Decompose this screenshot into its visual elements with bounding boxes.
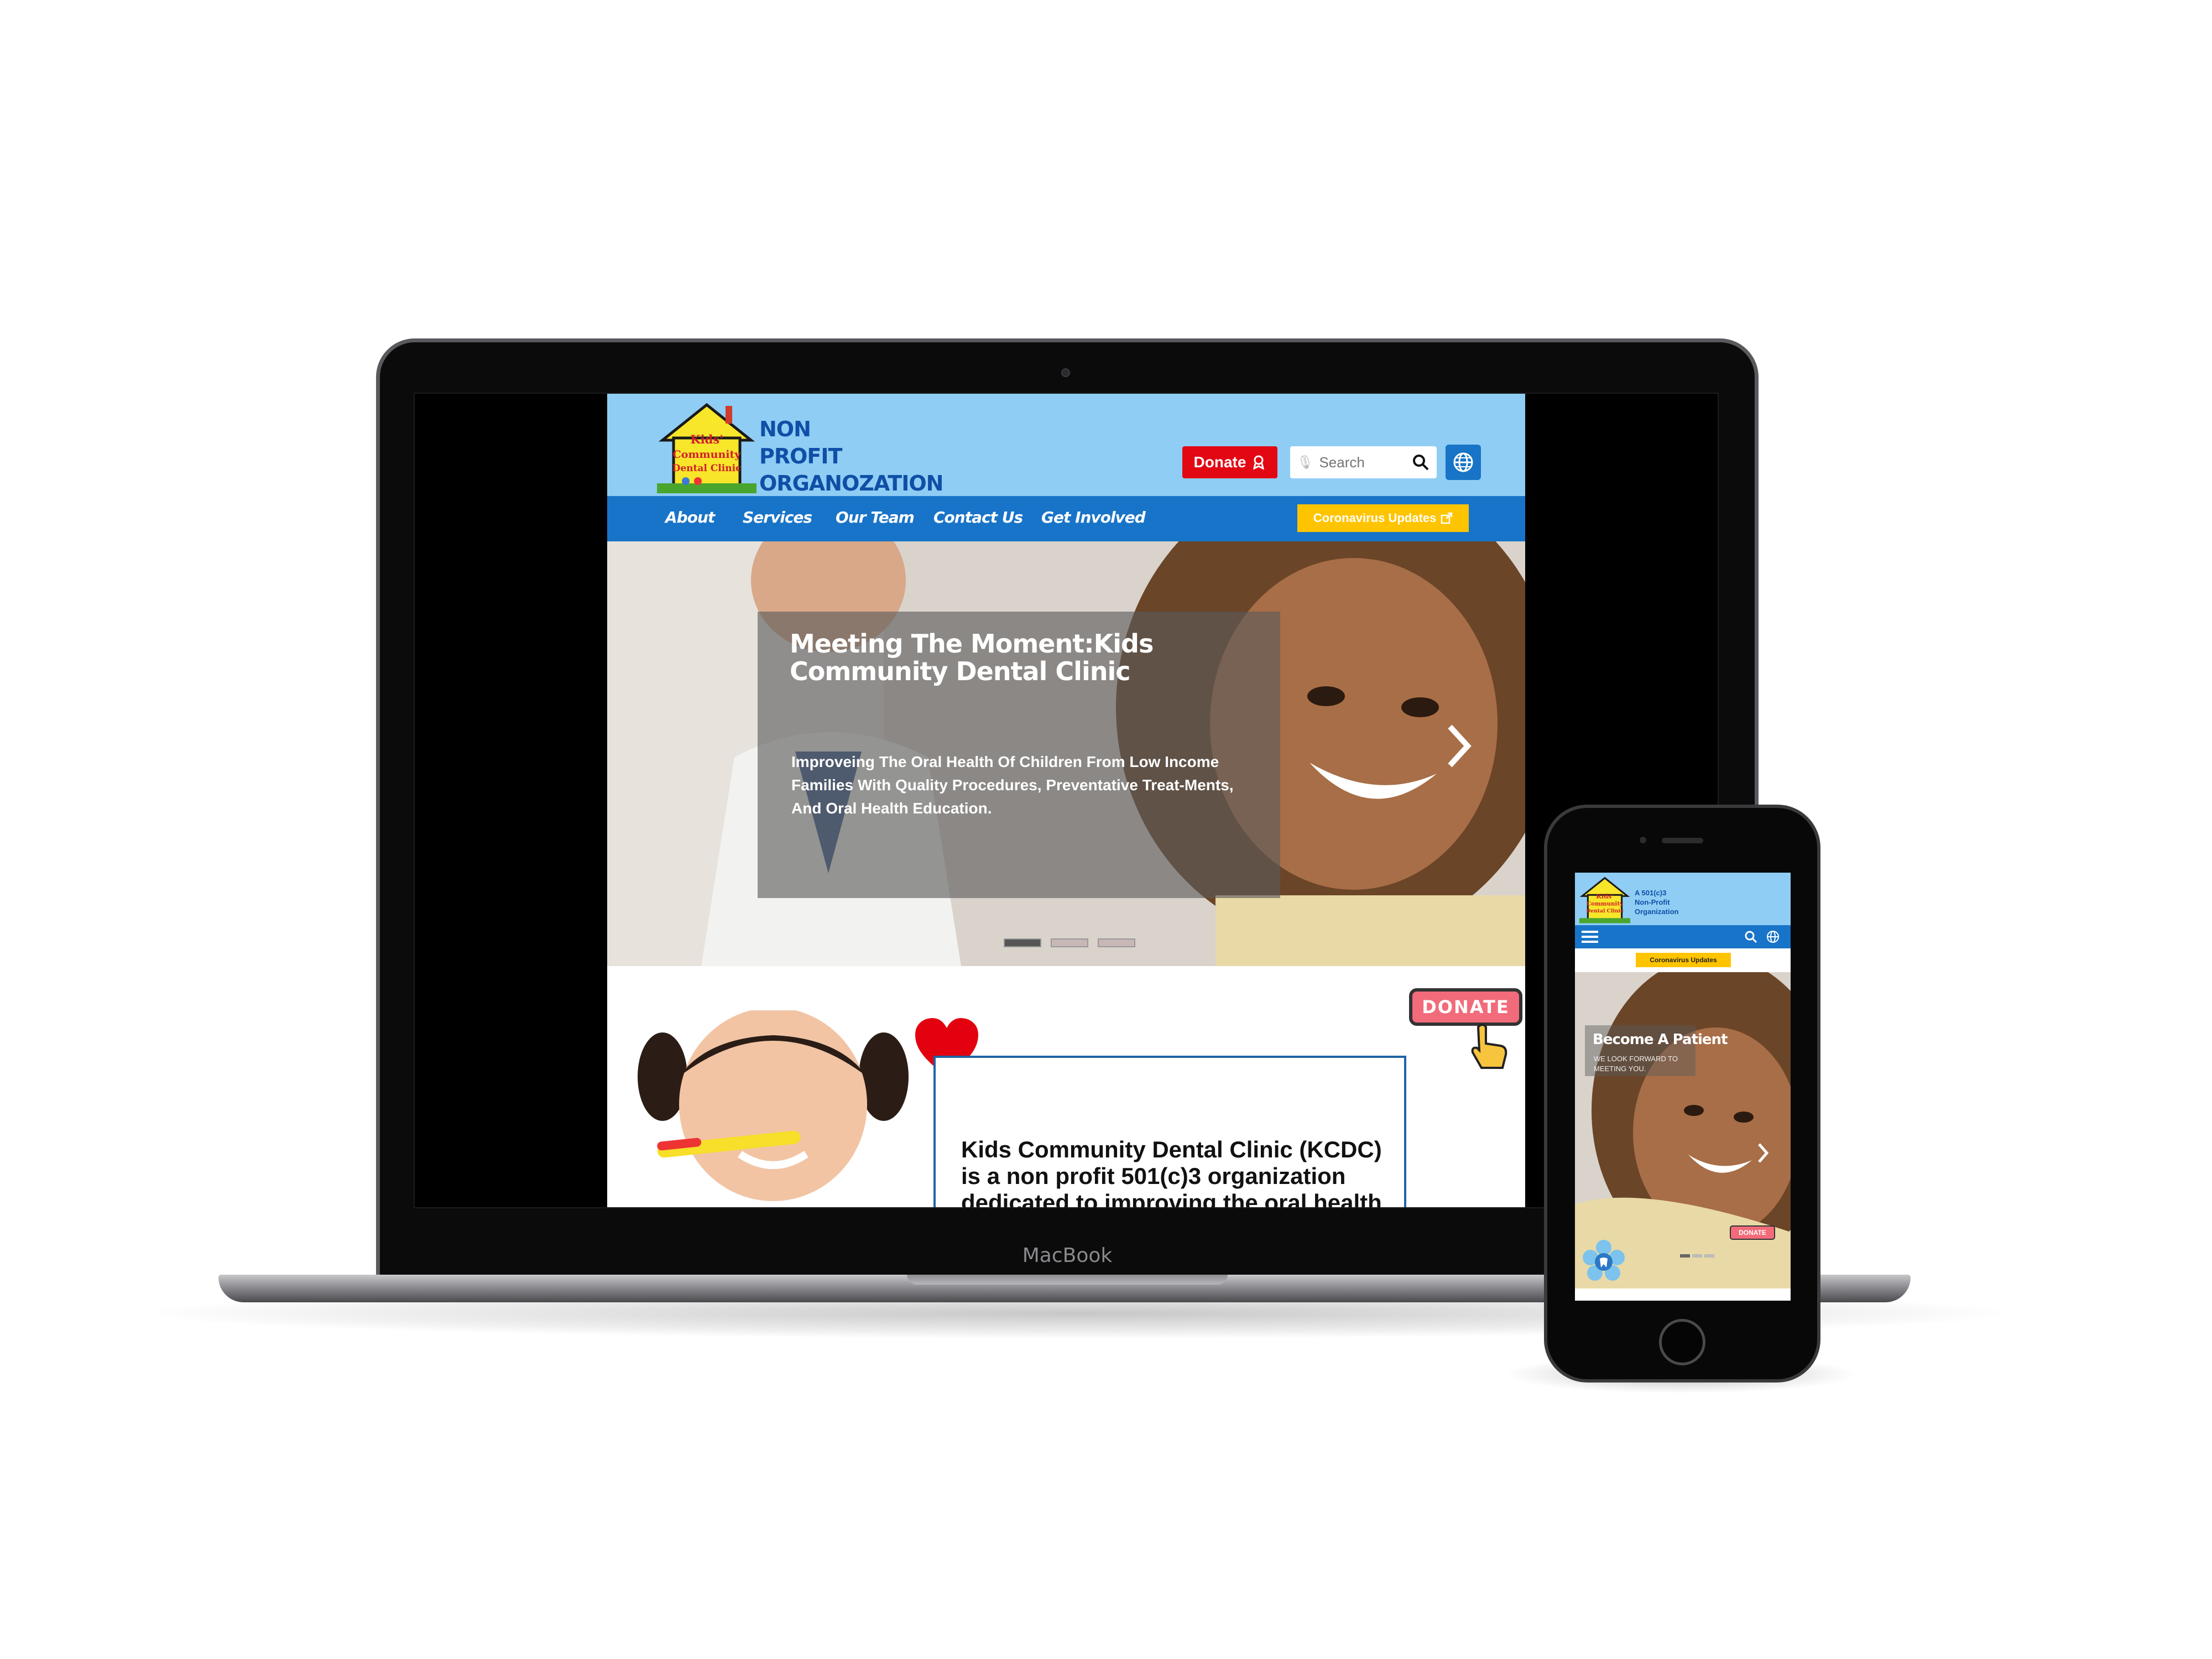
search-icon[interactable] [1744,930,1757,943]
laptop-camera [1061,368,1070,377]
nav-services[interactable]: Services [743,508,812,526]
org-title-line: ORGANOZATION [759,471,943,495]
carousel-dot[interactable] [1692,1254,1702,1258]
svg-text:Kids': Kids' [1596,892,1614,900]
carousel-dot[interactable] [1680,1254,1690,1258]
hero-title: Meeting The Moment:Kids Community Dental… [790,629,1154,686]
laptop-screen: Kids' Community Dental Clinic NON PROFIT… [414,393,1719,1208]
pointer-hand-icon [1471,1024,1507,1069]
nav-about[interactable]: About [665,508,715,526]
external-link-icon [1441,512,1453,524]
coronavirus-updates-label: Coronavirus Updates [1313,511,1437,525]
about-section: Kids Community Dental Clinic (KCDC) is a… [607,966,1525,1208]
phone-camera [1640,837,1646,843]
org-title-line: NON [759,417,811,441]
menu-icon[interactable] [1582,930,1598,944]
globe-icon [1453,452,1473,472]
donate-label: Donate [1193,453,1246,471]
svg-text:Dental Clinic: Dental Clinic [672,463,742,474]
donate-sticker-button[interactable]: DONATE [1409,988,1522,1026]
nav-contact-us[interactable]: Contact Us [933,508,1023,526]
coronavirus-updates-button[interactable]: Coronavirus Updates [1636,953,1731,967]
mobile-nav [1575,925,1791,948]
hero-description: Improveing The Oral Health Of Children F… [791,753,1234,817]
carousel-dot[interactable] [1098,938,1135,947]
search-box[interactable]: 🎙 [1290,446,1437,478]
nav-our-team[interactable]: Our Team [836,508,915,526]
tagline-line: Non-Profit [1635,898,1670,906]
website-desktop: Kids' Community Dental Clinic NON PROFIT… [607,394,1525,1208]
laptop-notch [907,1275,1228,1285]
clinic-logo[interactable]: Kids' Community Dental Clinic [657,400,757,494]
laptop-brand-label: MacBook [1022,1244,1113,1267]
tagline-line: A 501(c)3 [1635,889,1667,897]
hero-title: Become A Patient [1593,1031,1728,1048]
mobile-tagline: A 501(c)3 Non-Profit Organization [1635,888,1701,916]
search-input[interactable] [1319,453,1411,471]
globe-icon[interactable] [1766,930,1780,943]
svg-text:Community: Community [673,448,742,461]
website-mobile: Kids' Community Dental Clinic A 501(c)3 … [1575,873,1791,1301]
phone-speaker [1662,838,1703,843]
carousel-dot[interactable] [1051,938,1088,947]
tooth-flower-icon [1583,1240,1625,1281]
mission-text: Kids Community Dental Clinic (KCDC) is a… [961,1136,1382,1208]
mobile-header: Kids' Community Dental Clinic A 501(c)3 … [1575,873,1791,925]
donate-button[interactable]: Donate [1182,446,1277,478]
chevron-right-icon[interactable] [1442,721,1475,771]
hero-description: WE LOOK FORWARD TO MEETING YOU. [1594,1055,1678,1073]
ribbon-icon [1253,455,1265,469]
clinic-logo[interactable]: Kids' Community Dental Clinic [1579,875,1630,924]
org-title: NON PROFIT ORGANOZATION [759,416,943,497]
carousel-dot[interactable] [1004,938,1041,947]
search-icon[interactable] [1411,453,1430,472]
carousel-dot[interactable] [1704,1254,1714,1258]
language-button[interactable] [1446,445,1481,480]
hero-carousel: Meeting The Moment:Kids Community Dental… [607,541,1525,966]
svg-text:Kids': Kids' [690,432,723,446]
coronavirus-updates-button[interactable]: Coronavirus Updates [1297,504,1469,532]
tagline-line: Organization [1635,907,1679,916]
phone-home-button[interactable] [1659,1319,1705,1365]
nav-get-involved[interactable]: Get Involved [1041,508,1146,526]
svg-text:Dental Clinic: Dental Clinic [1586,908,1624,914]
donate-sticker-button[interactable]: DONATE [1730,1225,1775,1240]
site-header: Kids' Community Dental Clinic NON PROFIT… [607,394,1525,496]
chevron-right-icon[interactable] [1755,1141,1771,1165]
svg-text:Community: Community [1587,901,1624,907]
girl-toothbrush-image [638,1010,909,1201]
org-title-line: PROFIT [759,444,842,468]
microphone-icon[interactable]: 🎙 [1297,455,1313,471]
